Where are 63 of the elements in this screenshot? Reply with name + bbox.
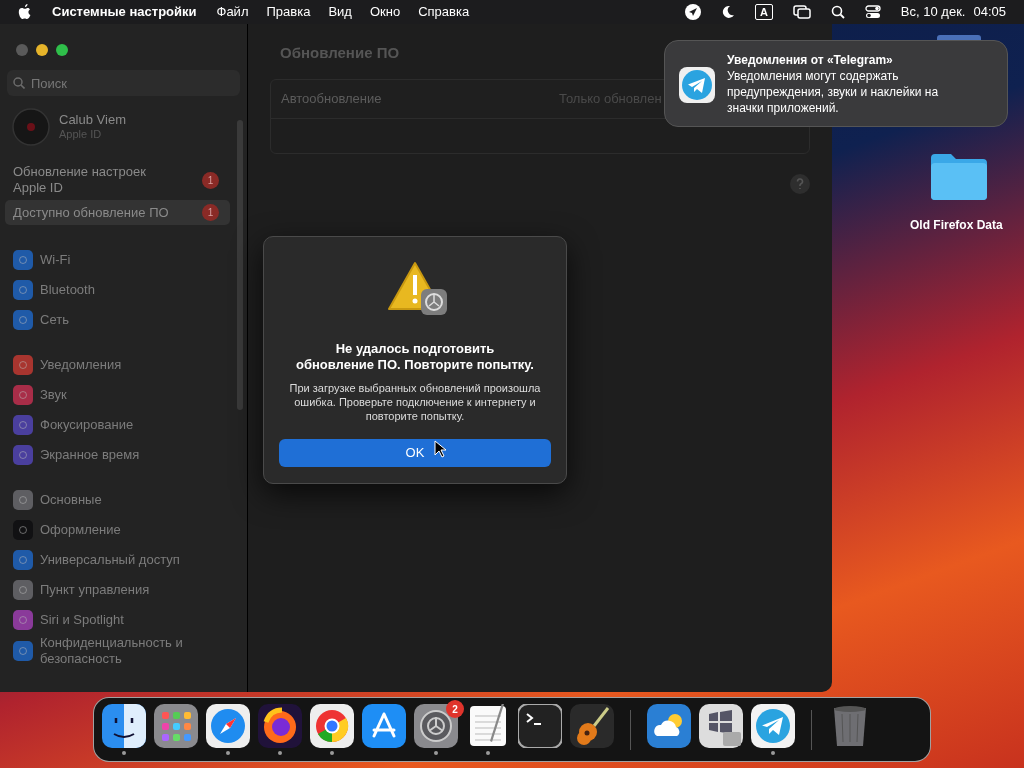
gear-icon[interactable] [414,704,458,748]
notification-body: Уведомления могут содержать предупреждения, звуки и наклейки на значки приложений. [727,68,940,116]
input-source-indicator[interactable]: A [754,4,773,20]
menubar-clock[interactable]: 04:05 [973,2,1006,22]
terminal-icon[interactable] [518,704,562,748]
sidebar-item[interactable]: Экранное время [40,447,200,463]
sidebar-alert-item[interactable]: Доступно обновление ПО 1 [5,200,230,225]
sidebar-item[interactable]: Оформление [40,522,200,538]
search-icon [830,5,845,19]
telegram-icon[interactable] [751,704,795,748]
control-center-icon [864,5,881,19]
sidebar-item[interactable]: Конфиденциальность и безопасность [40,635,200,667]
fox-globe-icon[interactable] [258,704,302,748]
sidebar-item[interactable]: Пункт управления [40,582,200,598]
app-store-icon[interactable] [362,704,406,748]
notification-badge: 1 [202,171,219,189]
menu-item[interactable]: Вид [328,2,352,22]
dialog-title: Не удалось подготовить обновление ПО. Повторите попытку. [295,341,535,373]
sidebar-item[interactable]: Универсальный доступ [40,552,200,568]
app-grid-icon[interactable] [154,704,198,748]
cloud-sun-icon[interactable] [647,704,691,748]
avatar-icon [12,108,50,146]
notification-banner[interactable]: Уведомления от «Telegram» Уведомления могут содержать предупреждения, звуки и наклейки на значки приложений. [664,40,1008,127]
menu-item[interactable]: Файл [216,2,249,22]
zoom-button[interactable] [56,44,68,56]
notification-title: Уведомления от «Telegram» [727,52,894,68]
alert-label: Доступно обновление ПО [13,204,170,221]
menu-item[interactable]: Правка [266,2,311,22]
moon-icon [720,5,735,19]
search-field[interactable]: Поиск [7,70,240,96]
chrome-icon[interactable] [310,704,354,748]
sidebar-item[interactable]: Основные [40,492,200,508]
minimize-button[interactable] [36,44,48,56]
alert-label: Обновление настроек Apple ID [13,164,147,196]
search-icon [13,77,25,89]
sidebar-item[interactable]: Звук [40,387,200,403]
compass-icon[interactable] [206,704,250,748]
apple-logo-icon [18,4,32,20]
finder-icon[interactable] [102,704,146,748]
sidebar-item[interactable]: Фокусирование [40,417,200,433]
row-label: Автообновление [281,89,383,108]
sidebar-item[interactable]: Wi-Fi [40,252,200,268]
app-menu[interactable]: Системные настройки [52,2,197,22]
mouse-pointer-icon [434,440,446,458]
menu-item[interactable]: Окно [369,2,401,22]
screen-mirroring-icon [792,5,811,19]
sidebar-item[interactable]: Сеть [40,312,200,328]
sidebar-item[interactable]: Siri и Spotlight [40,612,200,628]
notification-badge: 2 [446,700,464,718]
sidebar-item[interactable]: Bluetooth [40,282,200,298]
ok-button[interactable]: OK [279,439,551,467]
menu-item[interactable]: Справка [418,2,470,22]
warning-gear-icon [387,261,449,317]
menubar-date[interactable]: Вс, 10 дек. [900,2,966,22]
sidebar-item[interactable]: Уведомления [40,357,200,373]
scrollbar-thumb[interactable] [237,120,243,410]
telegram-icon [679,67,715,103]
dialog-message: При загрузке выбранных обновлений произошла ошибка. Проверьте подключение к интернету и повторите попытку. [288,381,542,423]
account-name[interactable]: Calub Viem [59,112,126,127]
guitar-icon[interactable] [570,704,614,748]
folder-label[interactable]: Old Firefox Data [910,216,1003,234]
sidebar-alert-item[interactable]: Обновление настроек Apple ID 1 [5,160,230,200]
notification-badge: 1 [202,204,219,221]
